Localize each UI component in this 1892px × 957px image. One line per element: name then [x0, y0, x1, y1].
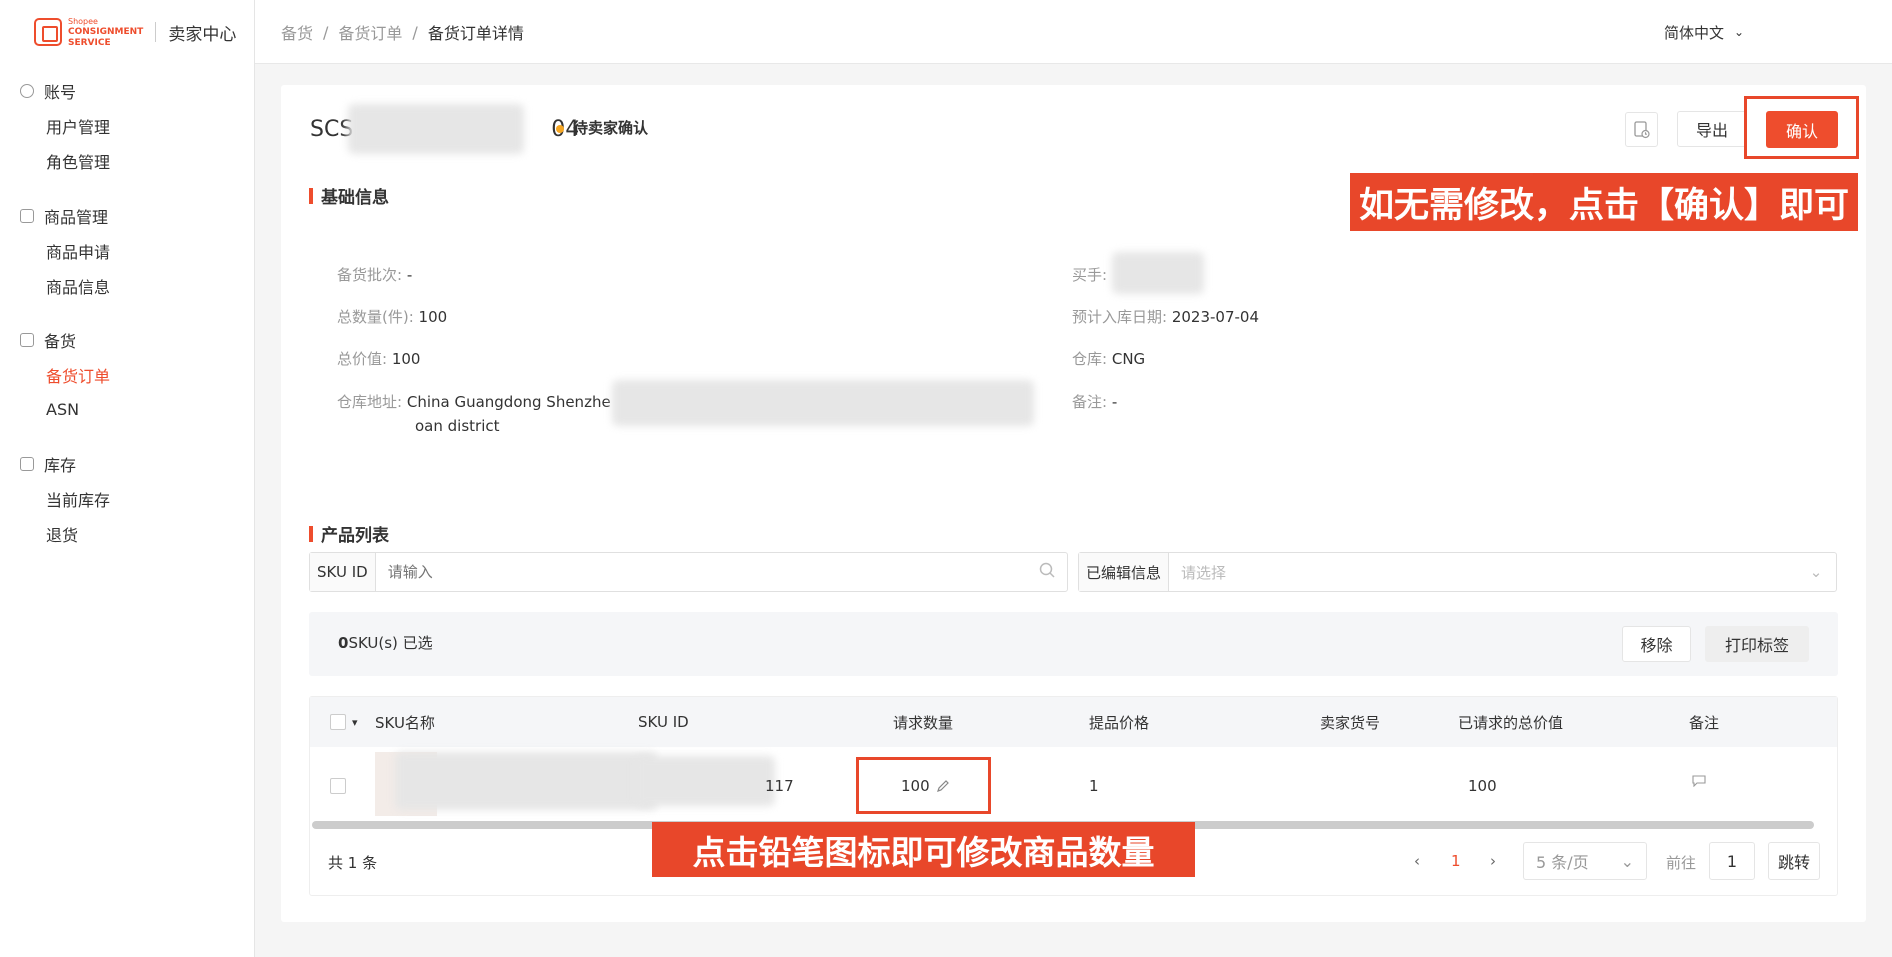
field-batch: 备货批次: -: [337, 266, 413, 284]
qty-highlight-box: [856, 757, 991, 814]
pencil-hint-label: 点击铅笔图标即可修改商品数量: [652, 822, 1195, 877]
redacted-buyer: [1112, 252, 1204, 294]
sidebar-item-role-management[interactable]: 角色管理: [0, 143, 255, 178]
nav-head-account[interactable]: 账号: [0, 74, 255, 108]
nav-head-inventory[interactable]: 库存: [0, 447, 255, 481]
clipboard-icon: [20, 333, 34, 347]
table-header: [310, 697, 1837, 747]
redacted-product-name: [395, 752, 657, 810]
breadcrumb-stocking-order[interactable]: 备货订单: [338, 20, 402, 44]
basic-info-title: 基础信息: [309, 183, 389, 208]
edited-info-filter[interactable]: 已编辑信息 请选择 ⌄: [1078, 552, 1837, 592]
order-status: 待卖家确认: [573, 119, 649, 137]
field-warehouse-address-line2: oan district: [415, 417, 500, 435]
sidebar-item-product-info[interactable]: 商品信息: [0, 268, 255, 303]
sidebar-item-current-inventory[interactable]: 当前库存: [0, 481, 255, 516]
chevron-down-icon: ⌄: [1734, 25, 1745, 39]
field-buyer: 买手:: [1072, 266, 1108, 284]
logo-divider: [155, 22, 157, 42]
row-checkbox[interactable]: [330, 761, 346, 811]
selected-count-text: 0SKU(s) 已选: [338, 634, 433, 652]
redacted-sku-id: [635, 756, 775, 806]
breadcrumb: 备货 / 备货订单 / 备货订单详情: [281, 0, 524, 64]
sidebar-item-user-management[interactable]: 用户管理: [0, 108, 255, 143]
user-icon: [20, 84, 34, 98]
sku-search-input[interactable]: [375, 554, 1027, 590]
breadcrumb-separator: /: [323, 22, 329, 42]
col-sku-id: SKU ID: [638, 713, 689, 731]
total-value-cell: 100: [1468, 777, 1497, 795]
col-seller-sku: 卖家货号: [1320, 713, 1381, 732]
field-warehouse-address: 仓库地址: China Guangdong Shenzhe: [337, 393, 611, 411]
remove-button[interactable]: 移除: [1622, 626, 1691, 662]
product-list-title: 产品列表: [309, 521, 389, 546]
nav-group-product: 商品管理 商品申请 商品信息: [0, 199, 255, 303]
col-remark: 备注: [1689, 713, 1720, 732]
breadcrumb-stocking[interactable]: 备货: [281, 20, 313, 44]
col-total-value: 已请求的总价值: [1458, 713, 1564, 732]
nav-group-stocking: 备货 备货订单 ASN: [0, 323, 255, 427]
field-total-qty: 总数量(件): 100: [337, 308, 448, 326]
sidebar-item-asn[interactable]: ASN: [0, 392, 255, 427]
chevron-down-icon: ⌄: [1620, 851, 1634, 871]
chevron-down-icon: ⌄: [1809, 563, 1823, 581]
select-all-checkbox[interactable]: ▾: [330, 697, 358, 747]
sku-id-cell: 117: [765, 777, 794, 795]
page-size-select[interactable]: 5 条/页 ⌄: [1523, 842, 1647, 880]
logo[interactable]: Shopee CONSIGNMENT SERVICE 卖家中心: [34, 14, 236, 50]
jump-button[interactable]: 跳转: [1768, 842, 1820, 880]
field-eta: 预计入库日期: 2023-07-04: [1072, 308, 1260, 326]
shopee-bag-icon: [34, 18, 62, 46]
nav-head-product[interactable]: 商品管理: [0, 199, 255, 233]
topbar: 备货 / 备货订单 / 备货订单详情 简体中文 ⌄: [255, 0, 1892, 64]
document-history-icon: [1633, 120, 1650, 138]
sidebar-item-stocking-order[interactable]: 备货订单: [0, 357, 255, 392]
edited-info-label: 已编辑信息: [1079, 553, 1170, 591]
confirm-hint-label: 如无需修改，点击【确认】即可: [1350, 173, 1858, 231]
status-dot: [556, 125, 564, 133]
breadcrumb-separator: /: [412, 22, 418, 42]
next-page-button[interactable]: ›: [1490, 852, 1496, 870]
nav-group-account: 账号 用户管理 角色管理: [0, 74, 255, 178]
redacted-address: [612, 380, 1034, 426]
print-label-button[interactable]: 打印标签: [1705, 626, 1809, 662]
app-title: 卖家中心: [168, 24, 237, 45]
section-accent-bar: [309, 187, 313, 204]
sku-search-filter: SKU ID: [309, 552, 1068, 592]
chevron-down-icon[interactable]: ▾: [352, 716, 358, 729]
sku-search-label: SKU ID: [310, 553, 376, 591]
edited-info-select[interactable]: 请选择: [1169, 562, 1796, 583]
section-accent-bar: [309, 525, 313, 542]
field-remark: 备注: -: [1072, 393, 1118, 411]
language-selector[interactable]: 简体中文 ⌄: [1664, 0, 1744, 64]
prev-page-button[interactable]: ‹: [1414, 852, 1420, 870]
logo-text: Shopee CONSIGNMENT SERVICE: [68, 16, 144, 48]
sidebar-item-returns[interactable]: 退货: [0, 516, 255, 551]
confirm-highlight-box: [1744, 96, 1859, 159]
selection-bar: 0SKU(s) 已选: [309, 612, 1838, 676]
redacted-order-id: [348, 104, 524, 154]
sidebar-item-product-application[interactable]: 商品申请: [0, 233, 255, 268]
search-icon[interactable]: [1027, 562, 1067, 582]
home-icon: [20, 457, 34, 471]
goto-label: 前往: [1666, 854, 1697, 872]
price-cell: 1: [1089, 777, 1099, 795]
goto-page-input[interactable]: 1: [1709, 842, 1755, 880]
nav-group-inventory: 库存 当前库存 退货: [0, 447, 255, 551]
field-total-value: 总价值: 100: [337, 350, 421, 368]
sidebar: Shopee CONSIGNMENT SERVICE 卖家中心 账号 用户管理 …: [0, 0, 255, 957]
history-button[interactable]: [1625, 112, 1658, 147]
box-icon: [20, 209, 34, 223]
nav-head-stocking[interactable]: 备货: [0, 323, 255, 357]
field-warehouse: 仓库: CNG: [1072, 350, 1146, 368]
export-button[interactable]: 导出: [1677, 111, 1747, 147]
col-price: 提品价格: [1089, 713, 1150, 732]
col-request-qty: 请求数量: [893, 713, 954, 732]
col-sku-name: SKU名称: [375, 713, 435, 732]
total-count: 共 1 条: [328, 854, 378, 872]
comment-icon[interactable]: [1692, 756, 1706, 806]
page-1-button[interactable]: 1: [1451, 852, 1461, 870]
breadcrumb-current: 备货订单详情: [427, 24, 524, 43]
